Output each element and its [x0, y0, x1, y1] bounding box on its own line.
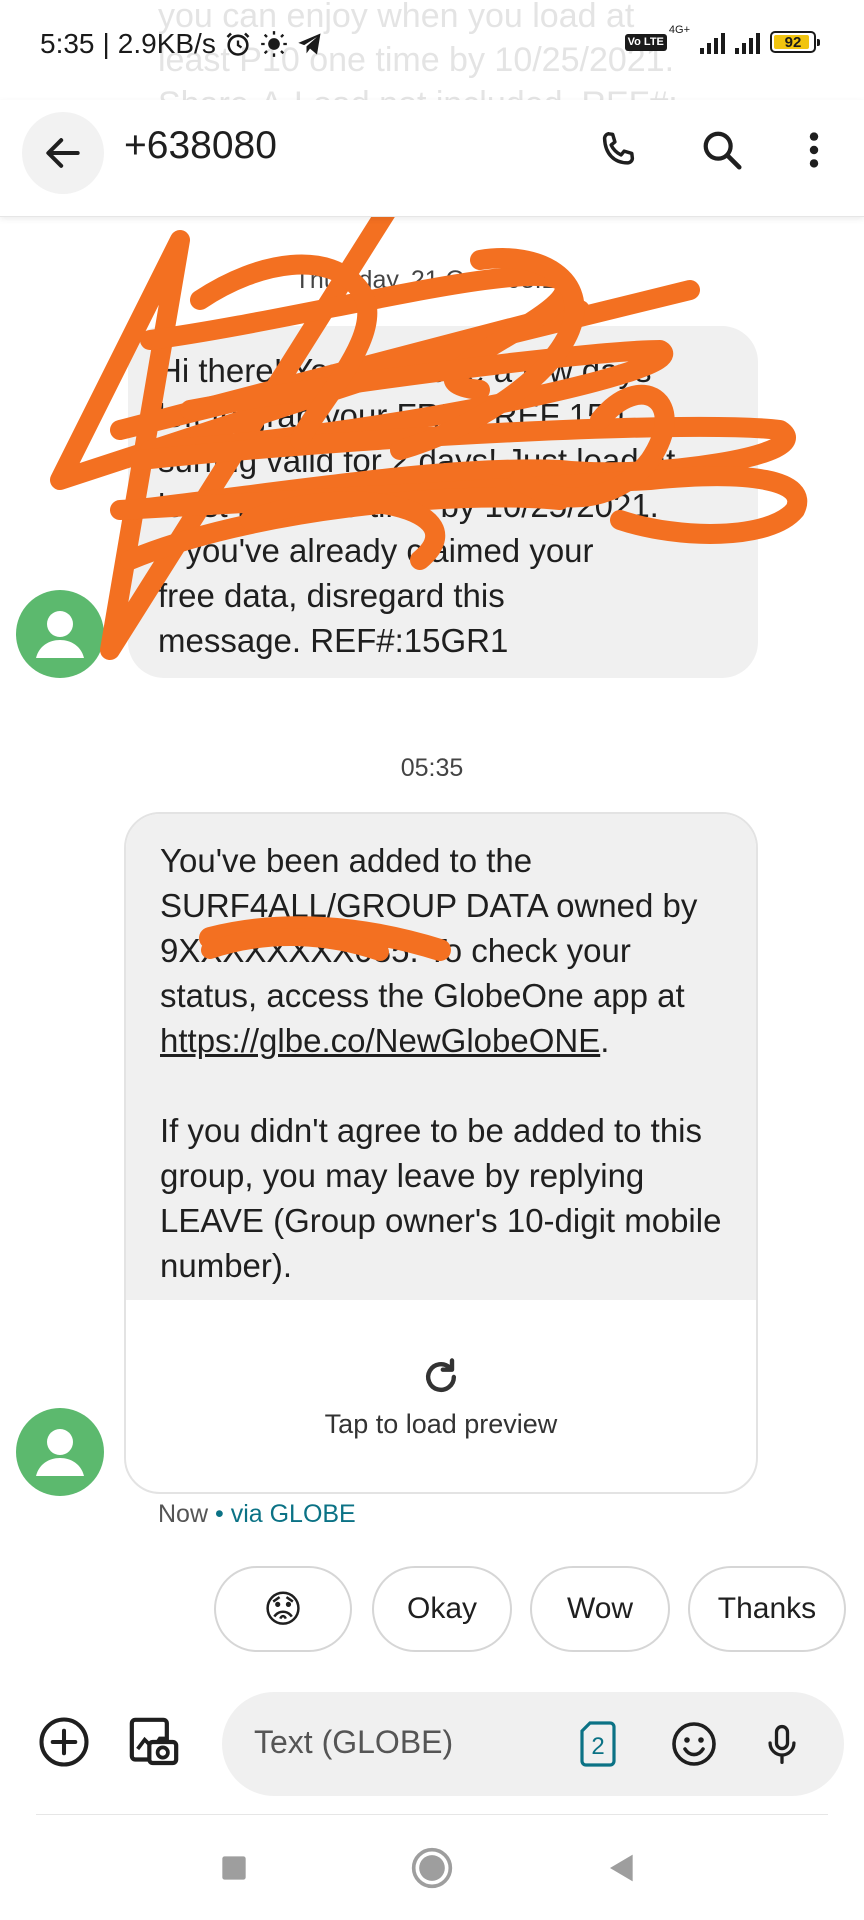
status-right: Vo LTE 4G+ 92: [624, 24, 820, 54]
telegram-icon: [296, 30, 324, 58]
messages-screen: you can enjoy when you load at least P10…: [0, 0, 864, 1920]
status-left: 5:35 | 2.9KB/s: [40, 28, 324, 60]
mic-icon: [768, 1724, 796, 1764]
person-icon: [36, 1429, 84, 1476]
link-preview[interactable]: Tap to load preview: [126, 1300, 756, 1492]
battery-icon: 92: [770, 31, 820, 53]
home-button[interactable]: [402, 1838, 462, 1898]
message-meta: Now • via GLOBE: [158, 1500, 356, 1528]
via-sim-label: via GLOBE: [230, 1500, 356, 1528]
refresh-icon: [425, 1357, 457, 1392]
back-nav-button[interactable]: [592, 1838, 652, 1898]
message-paragraph: You've been added to the SURF4ALL/GROUP …: [160, 842, 698, 1059]
message-link[interactable]: https://glbe.co/NewGlobeONE: [160, 1022, 600, 1059]
smart-reply-wow[interactable]: Wow: [530, 1566, 670, 1652]
volte-icon: Vo LTE: [624, 33, 667, 51]
sender-avatar[interactable]: [16, 1408, 104, 1496]
sim-number: 2: [591, 1733, 604, 1760]
brightness-icon: [260, 30, 288, 58]
conversation-title[interactable]: +638080: [124, 124, 277, 168]
load-preview-label: Tap to load preview: [324, 1408, 558, 1439]
more-vert-icon: [809, 132, 819, 168]
gallery-camera-icon: [129, 1717, 179, 1766]
status-bar: you can enjoy when you load at least P10…: [0, 0, 864, 123]
smart-reply-okay[interactable]: Okay: [372, 1566, 512, 1652]
gallery-button[interactable]: [124, 1712, 184, 1772]
battery-level: 92: [784, 33, 802, 51]
compose-placeholder: Text (GLOBE): [254, 1724, 454, 1760]
message-timestamp: Now: [158, 1500, 209, 1528]
triangle-back-icon: [610, 1854, 633, 1882]
message-paragraph: If you didn't agree to be added to this …: [160, 1112, 722, 1284]
network-speed: 2.9KB/s: [117, 28, 216, 59]
sender-avatar[interactable]: [16, 590, 104, 678]
square-icon: [222, 1856, 246, 1880]
smart-reply-thanks[interactable]: Thanks: [688, 1566, 846, 1652]
search-icon: [703, 131, 742, 170]
signal-sim1-icon: [700, 30, 725, 54]
sim-card-icon: 2: [580, 1721, 616, 1767]
back-button[interactable]: [22, 112, 104, 194]
add-circle-icon: [39, 1717, 89, 1767]
message-compose-field[interactable]: Text (GLOBE) 2: [222, 1692, 844, 1796]
phone-icon: [602, 131, 635, 165]
emoji-icon: [672, 1722, 716, 1766]
emoji-button[interactable]: [664, 1714, 724, 1774]
arrow-back-icon: [46, 138, 80, 168]
call-button[interactable]: [590, 122, 646, 178]
recents-button[interactable]: [204, 1838, 264, 1898]
time-separator: 05:35: [400, 754, 464, 782]
person-icon: [36, 611, 84, 658]
sim-selector-button[interactable]: 2: [568, 1714, 628, 1774]
voice-input-button[interactable]: [752, 1714, 812, 1774]
message-bubble-with-preview[interactable]: You've been added to the SURF4ALL/GROUP …: [124, 812, 758, 1494]
alarm-icon: [224, 30, 252, 58]
clock: 5:35: [40, 28, 95, 59]
home-circle-icon: [411, 1847, 453, 1889]
message-text: Hi there! You still have a few days left…: [158, 352, 676, 659]
signal-sim2-icon: [735, 30, 760, 54]
attach-button[interactable]: [34, 1712, 94, 1772]
smart-reply-emoji[interactable]: 😟: [214, 1566, 352, 1652]
search-button[interactable]: [694, 122, 750, 178]
message-body: You've been added to the SURF4ALL/GROUP …: [126, 814, 756, 1300]
nav-divider: [36, 1814, 828, 1815]
more-options-button[interactable]: [786, 122, 842, 178]
conversation-app-bar: +638080: [0, 100, 864, 217]
message-bubble[interactable]: Hi there! You still have a few days left…: [128, 326, 758, 678]
network-type: 4G+: [668, 24, 690, 36]
date-separator: Thursday, 21 Oct · 08:18: [294, 266, 570, 294]
